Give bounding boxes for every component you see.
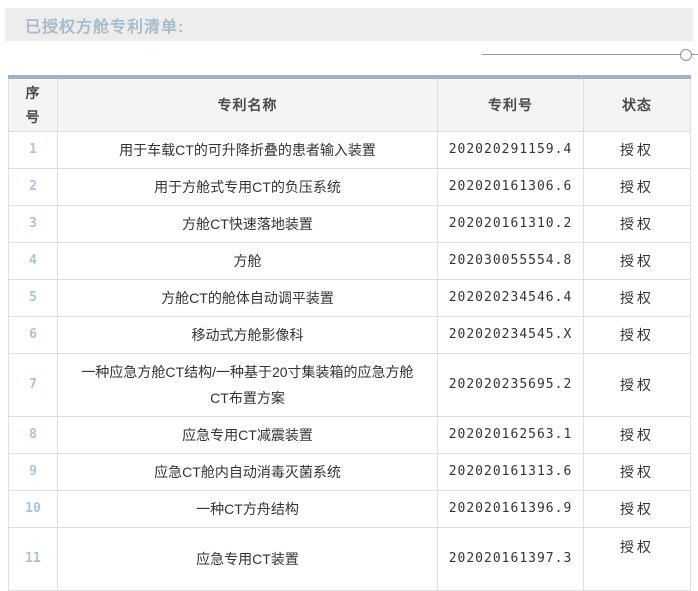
row-number: 10 [9, 490, 58, 527]
patent-name: 方舱 [58, 242, 438, 279]
page-title: 已授权方舱专利清单: [25, 13, 184, 37]
row-number: 5 [9, 279, 58, 316]
row-number: 4 [9, 242, 58, 279]
patent-name: 应急专用CT装置 [58, 527, 438, 590]
patent-table-head: 序号 专利名称 专利号 状态 [9, 77, 691, 131]
status-badge: 授权 [584, 168, 691, 205]
table-row: 9 应急CT舱内自动消毒灭菌系统 202020161313.6 授权 [9, 453, 691, 490]
column-header-number: 专利号 [438, 77, 584, 131]
row-number: 6 [9, 316, 58, 353]
patent-name: 应急专用CT减震装置 [58, 416, 438, 453]
slider-handle-icon[interactable] [680, 49, 692, 61]
column-header-no-label: 序号 [25, 81, 40, 129]
status-badge: 授权 [584, 490, 691, 527]
status-badge: 授权 [584, 453, 691, 490]
status-badge: 授权 [584, 416, 691, 453]
table-row: 2 用于方舱式专用CT的负压系统 202020161306.6 授权 [9, 168, 691, 205]
patent-number: 202020235695.2 [438, 353, 584, 416]
patent-number: 202020234545.X [438, 316, 584, 353]
table-row: 3 方舱CT快速落地装置 202020161310.2 授权 [9, 205, 691, 242]
table-row: 4 方舱 202030055554.8 授权 [9, 242, 691, 279]
column-header-no: 序号 [9, 77, 58, 131]
patent-number: 202020161313.6 [438, 453, 584, 490]
row-number: 11 [9, 527, 58, 590]
slider-track [482, 54, 698, 55]
patent-number: 202020161396.9 [438, 490, 584, 527]
table-row: 7 一种应急方舱CT结构/一种基于20寸集装箱的应急方舱CT布置方案 20202… [9, 353, 691, 416]
patent-name: 一种应急方舱CT结构/一种基于20寸集装箱的应急方舱CT布置方案 [58, 353, 438, 416]
patent-name: 用于车载CT的可升降折叠的患者输入装置 [58, 131, 438, 168]
page-title-banner: 已授权方舱专利清单: [5, 8, 693, 41]
patent-name: 移动式方舱影像科 [58, 316, 438, 353]
table-row: 8 应急专用CT减震装置 202020162563.1 授权 [9, 416, 691, 453]
patent-name: 方舱CT的舱体自动调平装置 [58, 279, 438, 316]
patent-table-body: 1 用于车载CT的可升降折叠的患者输入装置 202020291159.4 授权 … [9, 131, 691, 590]
patent-name: 方舱CT快速落地装置 [58, 205, 438, 242]
patent-table: 序号 专利名称 专利号 状态 1 用于车载CT的可升降折叠的患者输入装置 202… [8, 75, 691, 591]
patent-number: 202020161397.3 [438, 527, 584, 590]
row-number: 1 [9, 131, 58, 168]
patent-number: 202020161310.2 [438, 205, 584, 242]
table-row: 6 移动式方舱影像科 202020234545.X 授权 [9, 316, 691, 353]
patent-number: 202030055554.8 [438, 242, 584, 279]
status-badge: 授权 [584, 353, 691, 416]
row-number: 9 [9, 453, 58, 490]
status-badge: 授权 [584, 242, 691, 279]
row-number: 8 [9, 416, 58, 453]
status-badge: 授权 [584, 316, 691, 353]
table-header-row: 序号 专利名称 专利号 状态 [9, 77, 691, 131]
patent-number: 202020234546.4 [438, 279, 584, 316]
column-header-name: 专利名称 [58, 77, 438, 131]
table-row: 1 用于车载CT的可升降折叠的患者输入装置 202020291159.4 授权 [9, 131, 691, 168]
table-row: 5 方舱CT的舱体自动调平装置 202020234546.4 授权 [9, 279, 691, 316]
patent-name: 用于方舱式专用CT的负压系统 [58, 168, 438, 205]
status-badge: 授权 [584, 279, 691, 316]
patent-number: 202020162563.1 [438, 416, 584, 453]
patent-name: 应急CT舱内自动消毒灭菌系统 [58, 453, 438, 490]
page: { "header": { "title": "已授权方舱专利清单:", "ti… [0, 0, 698, 587]
patent-number: 202020161306.6 [438, 168, 584, 205]
status-badge: 授权 [584, 205, 691, 242]
status-badge: 授权 [584, 527, 691, 590]
patent-name: 一种CT方舟结构 [58, 490, 438, 527]
table-row: 11 应急专用CT装置 202020161397.3 授权 [9, 527, 691, 590]
row-number: 7 [9, 353, 58, 416]
row-number: 2 [9, 168, 58, 205]
row-number: 3 [9, 205, 58, 242]
status-badge: 授权 [584, 131, 691, 168]
patent-number: 202020291159.4 [438, 131, 584, 168]
table-row: 10 一种CT方舟结构 202020161396.9 授权 [9, 490, 691, 527]
column-header-status: 状态 [584, 77, 691, 131]
